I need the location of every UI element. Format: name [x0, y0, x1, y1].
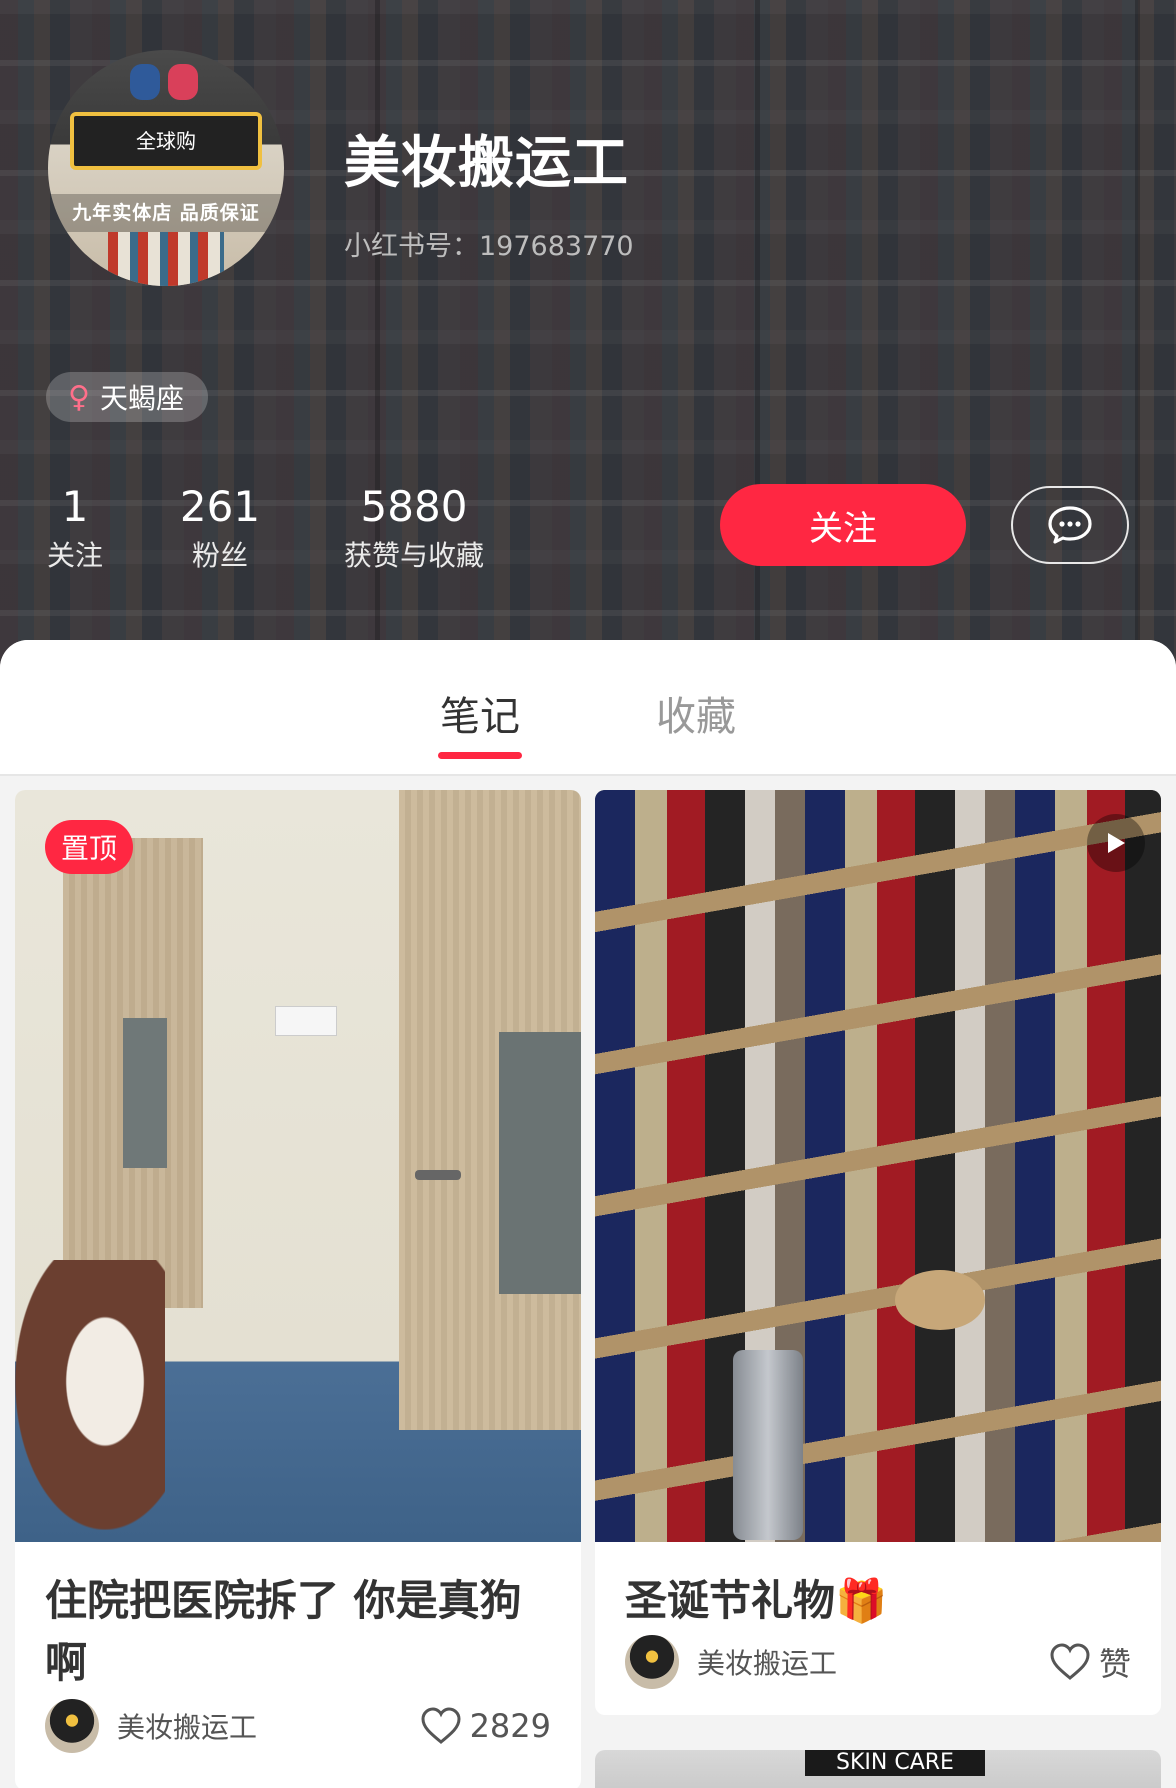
author-avatar[interactable]	[625, 1635, 679, 1689]
stat-followers-label: 粉丝	[191, 539, 248, 572]
zodiac-tag: ♀ 天蝎座	[46, 372, 208, 422]
stat-likes-count: 5880	[360, 482, 468, 531]
note-author-row: 美妆搬运工 2829	[45, 1696, 551, 1756]
stat-followers-count: 261	[179, 482, 261, 531]
note-card[interactable]: 置顶 住院把医院拆了 你是真狗啊 美妆搬运工 2829	[15, 790, 581, 1788]
video-play-icon	[1087, 814, 1145, 872]
like-label: 赞	[1098, 1645, 1131, 1683]
stat-likes-label: 获赞与收藏	[343, 539, 484, 572]
partial-card-text: SKIN CARE	[805, 1750, 985, 1776]
avatar-storefront	[108, 232, 224, 286]
profile-name: 美妆搬运工	[344, 131, 629, 196]
profile-id: 小红书号：197683770	[344, 231, 634, 262]
author-name[interactable]: 美妆搬运工	[117, 1706, 420, 1746]
content-sheet: 笔记 收藏 置顶 住院把医院拆了 你是真狗啊 美妆搬运工 2829 圣诞节礼物🎁…	[0, 640, 1176, 1788]
stat-following-label: 关注	[46, 539, 103, 572]
tab-favorites[interactable]: 收藏	[656, 684, 736, 742]
avatar-slogan: 九年实体店 品质保证	[48, 194, 284, 232]
stat-followers[interactable]: 261 粉丝	[178, 480, 262, 576]
zodiac-label: 天蝎座	[99, 382, 184, 415]
stat-following[interactable]: 1 关注	[40, 480, 110, 576]
follow-button[interactable]: 关注	[720, 484, 966, 566]
note-author-row: 美妆搬运工 赞	[625, 1632, 1131, 1692]
profile-header: 全球购 九年实体店 品质保证 美妆搬运工 小红书号：197683770 ♀ 天蝎…	[0, 0, 1176, 680]
door-left	[63, 838, 203, 1308]
message-button[interactable]	[1011, 486, 1129, 564]
heart-icon	[421, 1707, 461, 1744]
pinned-badge: 置顶	[45, 820, 134, 874]
note-cover-image[interactable]: 置顶	[15, 790, 581, 1542]
profile-avatar[interactable]: 全球购 九年实体店 品质保证	[48, 50, 284, 286]
note-cover-image[interactable]	[595, 790, 1161, 1542]
stat-following-count: 1	[61, 482, 89, 531]
dog-figure	[15, 1260, 165, 1530]
stat-likes-collects[interactable]: 5880 获赞与收藏	[330, 480, 498, 576]
like-count: 2829	[469, 1707, 551, 1745]
note-title[interactable]: 圣诞节礼物🎁	[595, 1570, 1161, 1632]
wall-switch	[275, 1006, 337, 1036]
door-right	[399, 790, 581, 1430]
note-card[interactable]: 圣诞节礼物🎁 美妆搬运工 赞	[595, 790, 1161, 1715]
author-name[interactable]: 美妆搬运工	[697, 1642, 1049, 1682]
like-button[interactable]: 2829	[420, 1707, 551, 1745]
note-card-partial[interactable]: SKIN CARE	[595, 1750, 1161, 1788]
avatar-store-sign: 全球购	[70, 112, 262, 170]
chat-bubble-icon	[1048, 506, 1092, 544]
heart-icon	[1050, 1643, 1090, 1680]
female-symbol-icon: ♀	[68, 379, 90, 415]
like-button[interactable]: 赞	[1049, 1639, 1131, 1685]
author-avatar[interactable]	[45, 1699, 99, 1753]
note-title[interactable]: 住院把医院拆了 你是真狗啊	[15, 1570, 581, 1694]
avatar-bears	[126, 64, 206, 104]
tab-notes[interactable]: 笔记	[440, 684, 520, 742]
active-tab-indicator	[438, 752, 522, 759]
